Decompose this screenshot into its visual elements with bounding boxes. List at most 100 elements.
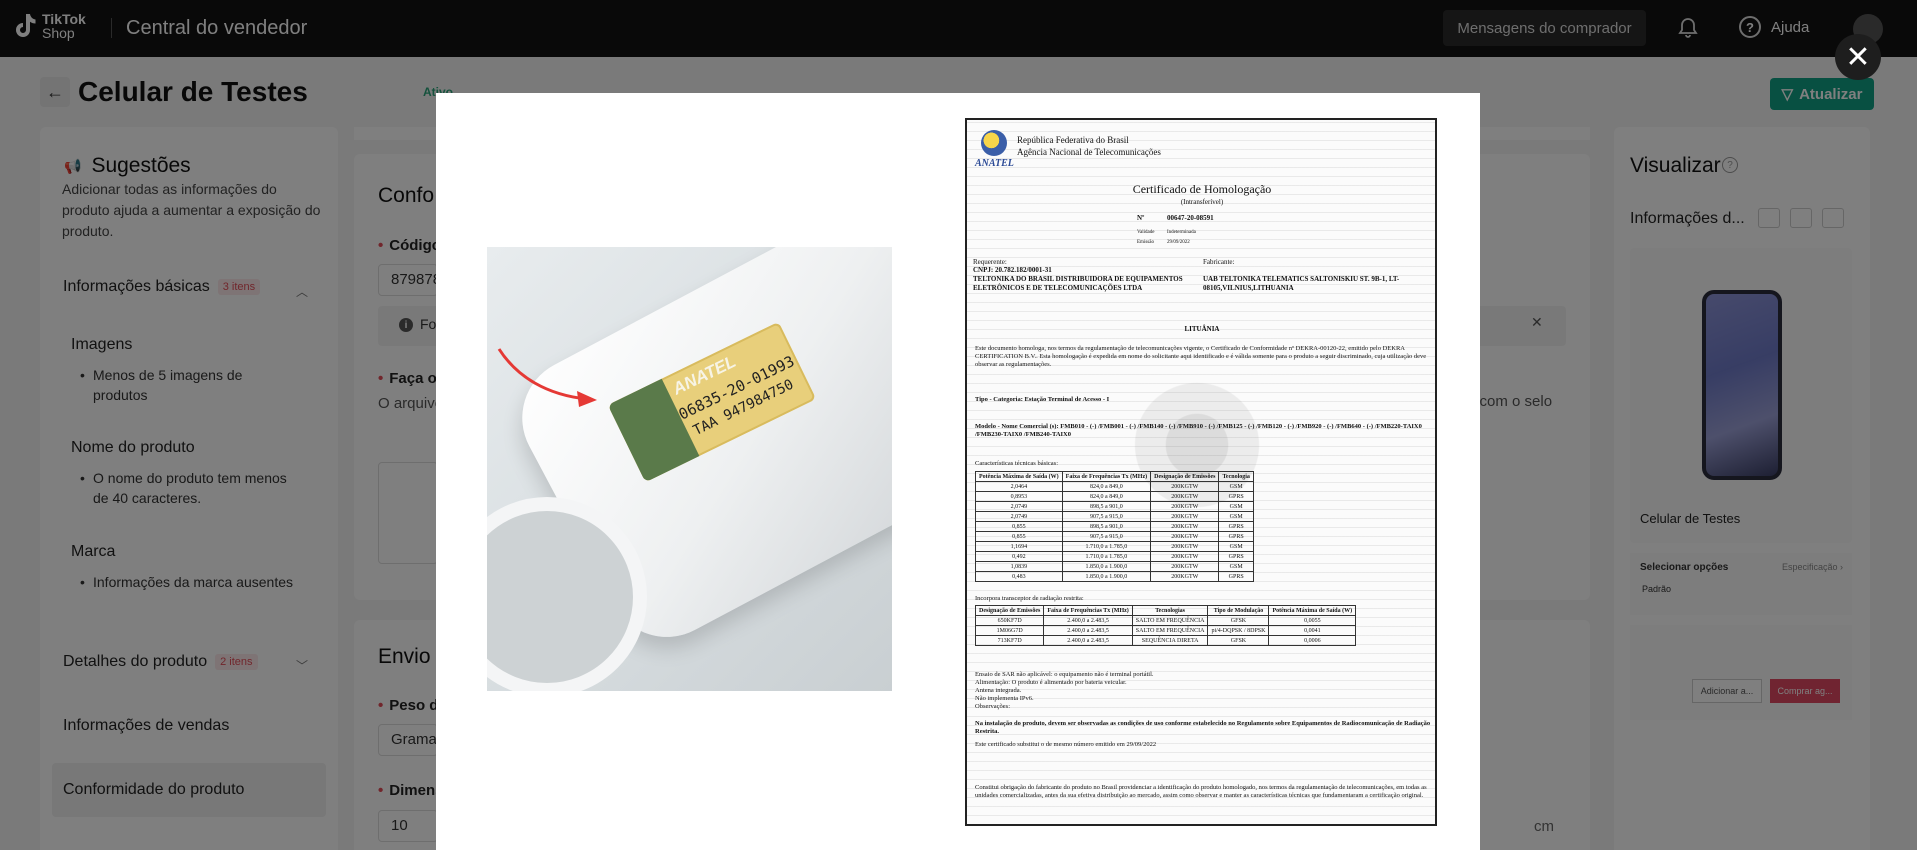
table-cell: pi/4-DQPSK / 8DPSK (1207, 625, 1270, 636)
table-cell: 1M06G7D (974, 625, 1045, 636)
table-cell: 200KGTW (1150, 511, 1220, 522)
table-row: 713KF7D 2.400,0 a 2.483,5 SEQUÊNCIA DIRETA… (974, 635, 1357, 646)
adapter-photo: ANATEL 06835-20-01993 TAA 947984750 (487, 247, 892, 691)
table-cell: GSM (1218, 481, 1254, 492)
table-header-cell: Tecnologias (1131, 605, 1209, 616)
country: LITUÂNIA (1184, 325, 1220, 333)
table-row: 2,0749 898,5 a 901,0 200KGTW GSM (975, 501, 1254, 512)
manufacturer-label: Fabricante: (1203, 258, 1235, 266)
table-cell: GPRS (1218, 571, 1254, 582)
table-cell: 200KGTW (1150, 531, 1220, 542)
table-cell: 907,5 a 915,0 (1061, 511, 1152, 522)
table-cell: 1,1694 (975, 541, 1063, 552)
table-header-cell: Faixa de Frequências Tx (MHz) (1043, 605, 1133, 616)
table-row: 2,0749 907,5 a 915,0 200KGTW GSM (975, 511, 1254, 522)
models: Modelo - Nome Comercial (s): FMB010 - (-… (975, 423, 1422, 438)
table-cell: GPRS (1218, 531, 1254, 542)
table-cell: GSM (1218, 501, 1254, 512)
table-row: 650KF7D 2.400,0 a 2.483,5 SALTO EM FREQUÊN… (974, 615, 1357, 626)
cert-footer: Constitui obrigação do fabricante do pro… (975, 784, 1427, 799)
table-header-cell: Tecnologia (1218, 471, 1254, 482)
note-line: Antena integrada. (975, 687, 1022, 694)
table-cell: SEQUÊNCIA DIRETA (1131, 635, 1209, 646)
tech-table: Potência Máxima de Saída (W) Faixa de Fre… (975, 471, 1254, 582)
validity-label: Validade (1137, 230, 1155, 235)
table-cell: GFSK (1207, 635, 1270, 646)
table-cell: 1.710,0 a 1.785,0 (1061, 551, 1152, 562)
table-row: 1,0839 1.850,0 a 1.900,0 200KGTW GSM (975, 561, 1254, 572)
table-cell: 0,492 (975, 551, 1063, 562)
table-cell: GPRS (1218, 551, 1254, 562)
table-cell: 1.710,0 a 1.785,0 (1061, 541, 1152, 552)
table-cell: GSM (1218, 541, 1254, 552)
table-cell: 824,0 a 849,0 (1061, 491, 1152, 502)
header-line1: República Federativa do Brasil (1017, 135, 1129, 145)
table-cell: 1.850,0 a 1.900,0 (1061, 561, 1152, 572)
table-cell: 2.400,0 a 2.483,5 (1043, 625, 1133, 636)
table-header-cell: Faixa de Frequências Tx (MHz) (1061, 471, 1152, 482)
table-row: 0,855 907,5 a 915,0 200KGTW GPRS (975, 531, 1254, 542)
table-cell: 898,5 a 901,0 (1061, 501, 1152, 512)
table-row: 0,855 898,5 a 901,0 200KGTW GPRS (975, 521, 1254, 532)
cert-title: Certificado de Homologação (1132, 182, 1272, 196)
table-cell: 200KGTW (1150, 561, 1220, 572)
cert-subtitle: (Intransferível) (1180, 198, 1224, 206)
table-cell: 0,483 (975, 571, 1063, 582)
table-cell: 0,0055 (1268, 615, 1357, 626)
table-cell: 1,0839 (975, 561, 1063, 572)
validity: Indeterminada (1167, 230, 1196, 235)
note-line: Observações: (975, 703, 1011, 710)
anatel-logo-text: ANATEL (975, 158, 1014, 169)
note-line: Não implementa IPv6. (975, 695, 1034, 702)
table-cell: 2,0749 (975, 511, 1063, 522)
table-row: 0,8953 824,0 a 849,0 200KGTW GPRS (975, 491, 1254, 502)
table-cell: 2.400,0 a 2.483,5 (1043, 615, 1133, 626)
table-cell: 2,0749 (975, 501, 1063, 512)
replaces-note: Este certificado substitui o de mesmo nú… (975, 741, 1157, 748)
table-header-cell: Potência Máxima de Saída (W) (1268, 605, 1357, 616)
table-cell: 200KGTW (1150, 571, 1220, 582)
red-arrow-icon (497, 348, 597, 407)
table-cell: 200KGTW (1150, 541, 1220, 552)
table-cell: 0,0041 (1268, 625, 1357, 636)
table-row: 0,483 1.850,0 a 1.900,0 200KGTW GPRS (975, 571, 1254, 582)
install-note: Na instalação do produto, devem ser obse… (975, 720, 1431, 735)
table-cell: 0,855 (975, 521, 1063, 532)
anatel-logo-icon (981, 130, 1007, 156)
table-cell: 200KGTW (1150, 501, 1220, 512)
table-cell: 907,5 a 915,0 (1061, 531, 1152, 542)
table-cell: 200KGTW (1150, 551, 1220, 562)
table-cell: 200KGTW (1150, 521, 1220, 532)
table-cell: 898,5 a 901,0 (1061, 521, 1152, 532)
table-cell: 713KF7D (974, 635, 1045, 646)
type-category: Tipo - Categoria: Estação Terminal de Ac… (975, 396, 1110, 403)
number-label: Nº (1137, 214, 1145, 222)
table-cell: 824,0 a 849,0 (1061, 481, 1152, 492)
table-cell: 2.400,0 a 2.483,5 (1043, 635, 1133, 646)
requester-name: TELTONIKA DO BRASIL DISTRIBUIDORA DE EQU… (973, 275, 1183, 292)
restricted-table: Designação de Emissões Faixa de Frequênci… (974, 605, 1357, 646)
table-cell: GSM (1218, 511, 1254, 522)
table-cell: 0,0006 (1268, 635, 1357, 646)
note-line: Alimentação: O produto é alimentado por … (975, 679, 1127, 686)
table-header-cell: Designação de Emissões (974, 605, 1045, 616)
table-cell: 0,8953 (975, 491, 1063, 502)
header-line2: Agência Nacional de Telecomunicações (1017, 147, 1161, 157)
anatel-certificate: ANATEL República Federativa do Brasil Ag… (965, 118, 1437, 826)
tech-label: Características técnicas básicas: (975, 460, 1059, 467)
table-cell: 200KGTW (1150, 491, 1220, 502)
table-row: 1M06G7D 2.400,0 a 2.483,5 SALTO EM FREQUÊN… (974, 625, 1357, 636)
table-cell: 1.850,0 a 1.900,0 (1061, 571, 1152, 582)
table-cell: 2,0464 (975, 481, 1063, 492)
close-icon[interactable]: ✕ (1835, 34, 1881, 80)
cert-body: Este documento homologa, nos termos da r… (975, 345, 1427, 368)
note-line: Ensaio de SAR não aplicável: o equipamen… (975, 671, 1154, 678)
table-cell: GSM (1218, 561, 1254, 572)
manufacturer-name: UAB TELTONIKA TELEMATICS SALTONISKIU ST.… (1203, 275, 1400, 292)
table-cell: GPRS (1218, 521, 1254, 532)
notes: Ensaio de SAR não aplicável: o equipamen… (975, 671, 1431, 711)
emission-label: Emissão (1137, 240, 1154, 245)
table-row: 2,0464 824,0 a 849,0 200KGTW GSM (975, 481, 1254, 492)
table-row: 1,1694 1.710,0 a 1.785,0 200KGTW GSM (975, 541, 1254, 552)
table-cell: 200KGTW (1150, 481, 1220, 492)
